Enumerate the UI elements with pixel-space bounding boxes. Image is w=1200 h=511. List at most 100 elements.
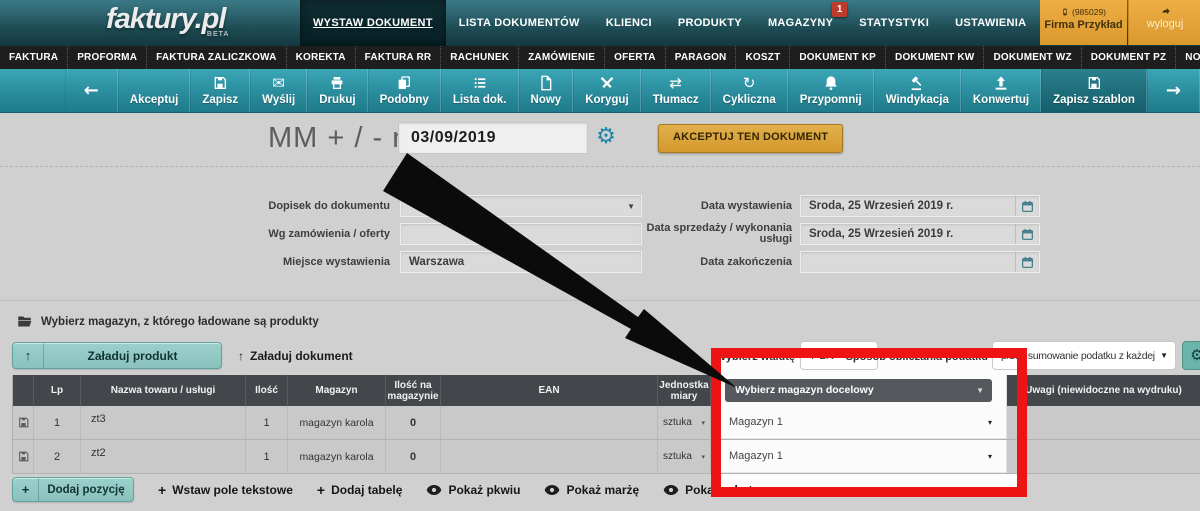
doc-tab-dokument-kw[interactable]: DOKUMENT KW [886, 46, 984, 69]
notification-badge: 1 [832, 2, 847, 17]
load-document-link[interactable]: ↑ Załaduj dokument [238, 349, 353, 363]
toolbar-windykacja-button[interactable]: Windykacja [874, 69, 961, 112]
doc-tab-dokument-kp[interactable]: DOKUMENT KP [790, 46, 886, 69]
data-wystawienia-input[interactable]: Środa, 25 Wrzesień 2019 r. [800, 195, 1040, 217]
cell-ean[interactable] [441, 406, 658, 439]
header-stock: Ilość na magazynie [386, 375, 441, 406]
toolbar-zapisz-button[interactable]: Zapisz [190, 69, 250, 112]
toolbar-prev-button[interactable]: ← [65, 69, 118, 112]
device-icon [1061, 8, 1069, 16]
doc-tab-faktura-zaliczkowa[interactable]: FAKTURA ZALICZKOWA [147, 46, 286, 69]
nav-item-produkty[interactable]: PRODUKTY [665, 0, 755, 46]
header-lp: Lp [34, 375, 81, 406]
zamowienie-input[interactable] [400, 223, 642, 245]
logo-beta-label: BETA [207, 31, 230, 38]
doc-tab-faktura[interactable]: FAKTURA [0, 46, 68, 69]
nav-item-klienci[interactable]: KLIENCI [593, 0, 665, 46]
doc-tab-dokument-pz[interactable]: DOKUMENT PZ [1082, 46, 1177, 69]
doc-tab-rachunek[interactable]: RACHUNEK [441, 46, 519, 69]
chevron-down-icon: ▼ [976, 385, 992, 396]
warehouse-section-heading: Wybierz magazyn, z którego ładowane są p… [16, 314, 319, 329]
nav-item-wystaw-dokument[interactable]: WYSTAW DOKUMENT [300, 0, 446, 46]
dopisek-select[interactable]: ▼ [400, 195, 642, 217]
app-logo[interactable]: faktury.pl BETA [106, 3, 225, 36]
document-type-tabs: FAKTURA PROFORMA FAKTURA ZALICZKOWA KORE… [0, 46, 1200, 69]
doc-tab-korekta[interactable]: KOREKTA [287, 46, 356, 69]
toolbar-przypomnij-button[interactable]: Przypomnij [788, 69, 874, 112]
toolbar-podobny-button[interactable]: Podobny [368, 69, 441, 112]
tools-icon [599, 74, 615, 92]
table-settings-gear-button[interactable]: ⚙ [1182, 341, 1200, 370]
nav-item-lista-dokumentow[interactable]: LISTA DOKUMENTÓW [446, 0, 593, 46]
header-qty: Ilość [246, 375, 288, 406]
cell-qty[interactable]: 1 [246, 406, 288, 439]
cell-notes[interactable] [1007, 406, 1200, 439]
cell-unit-select[interactable]: sztuka ▾ [658, 440, 711, 473]
document-settings-gear-icon[interactable]: ⚙ [592, 123, 620, 151]
doc-tab-proforma[interactable]: PROFORMA [68, 46, 147, 69]
toolbar-tlumacz-button[interactable]: ⇄Tłumacz [641, 69, 711, 112]
doc-tab-oferta[interactable]: OFERTA [605, 46, 666, 69]
add-table-button[interactable]: + Dodaj tabelę [317, 482, 403, 498]
miejsce-input[interactable]: Warszawa [400, 251, 642, 273]
doc-tab-zamowienie[interactable]: ZAMÓWIENIE [519, 46, 605, 69]
doc-tab-nota-korygujaca[interactable]: NOTA KORYGUJĄCA [1176, 46, 1200, 69]
toolbar-cykliczna-button[interactable]: ↻Cykliczna [711, 69, 788, 112]
nav-item-magazyny[interactable]: MAGAZYNY 1 [755, 0, 846, 46]
arrow-left-icon: ← [84, 80, 99, 101]
data-zakonczenia-input[interactable] [800, 251, 1040, 273]
accept-document-button[interactable]: AKCEPTUJ TEN DOKUMENT [658, 124, 843, 153]
row-target-warehouse-select[interactable]: Magazyn 1 ▾ [711, 440, 1006, 473]
toolbar-konwertuj-button[interactable]: Konwertuj [961, 69, 1041, 112]
doc-tab-koszt[interactable]: KOSZT [736, 46, 790, 69]
toolbar-akceptuj-button[interactable]: Akceptuj [118, 69, 191, 112]
cell-lp: 1 [34, 406, 81, 439]
logout-button[interactable]: wyloguj [1128, 0, 1200, 45]
toolbar-lista-dok-button[interactable]: Lista dok. [441, 69, 519, 112]
chevron-down-icon: ▾ [701, 419, 705, 427]
doc-tab-dokument-wz[interactable]: DOKUMENT WZ [984, 46, 1081, 69]
add-item-button[interactable]: + Dodaj pozycję [12, 477, 134, 502]
cell-name[interactable]: zt2 [81, 440, 246, 473]
insert-text-field-button[interactable]: + Wstaw pole tekstowe [158, 482, 293, 498]
cell-name[interactable]: zt3 [81, 406, 246, 439]
document-number-input[interactable]: 03/09/2019 [398, 122, 588, 154]
tax-method-select[interactable]: przez sumowanie podatku z każdej pozycji… [992, 341, 1176, 370]
upload-icon [993, 74, 1009, 92]
toolbar-zapisz-szablon-button[interactable]: Zapisz szablon [1041, 69, 1147, 112]
toolbar-koryguj-button[interactable]: Koryguj [573, 69, 640, 112]
cell-unit-select[interactable]: sztuka ▾ [658, 406, 711, 439]
toolbar-next-button[interactable]: → [1147, 69, 1200, 112]
row-save-cell[interactable] [13, 440, 34, 473]
cell-notes[interactable] [1007, 440, 1200, 473]
show-discount-button[interactable]: Pokaż rabat [663, 483, 752, 497]
nav-item-statystyki[interactable]: STATYSTYKI [846, 0, 942, 46]
toolbar-nowy-button[interactable]: Nowy [519, 69, 574, 112]
cell-ean[interactable] [441, 440, 658, 473]
show-pkwiu-button[interactable]: Pokaż pkwiu [426, 483, 520, 497]
doc-tab-faktura-rr[interactable]: FAKTURA RR [356, 46, 442, 69]
toolbar-wyslij-button[interactable]: ✉Wyślij [250, 69, 307, 112]
eye-icon [544, 485, 560, 495]
calendar-icon[interactable] [1015, 252, 1039, 272]
nav-item-ustawienia[interactable]: USTAWIENIA [942, 0, 1039, 46]
chevron-down-icon: ▼ [1158, 351, 1175, 360]
calendar-icon[interactable] [1015, 196, 1039, 216]
show-margin-button[interactable]: Pokaż marżę [544, 483, 639, 497]
row-target-warehouse-select[interactable]: Magazyn 1 ▾ [711, 406, 1006, 439]
data-sprzedazy-input[interactable]: Środa, 25 Wrzesień 2019 r. [800, 223, 1040, 245]
data-sprzedazy-label: Data sprzedaży / wykonania usługi [620, 223, 792, 245]
doc-tab-paragon[interactable]: PARAGON [666, 46, 737, 69]
calendar-icon[interactable] [1015, 224, 1039, 244]
row-save-cell[interactable] [13, 406, 34, 439]
table-header-row: Lp Nazwa towaru / usługi Ilość Magazyn I… [13, 375, 1200, 406]
load-product-button[interactable]: ↑ Załaduj produkt [12, 342, 222, 369]
mail-icon: ✉ [272, 74, 285, 92]
target-warehouse-select[interactable]: Wybierz magazyn docelowy ▼ [725, 379, 992, 402]
cell-qty[interactable]: 1 [246, 440, 288, 473]
toolbar-drukuj-button[interactable]: Drukuj [307, 69, 367, 112]
eye-icon [426, 485, 442, 495]
account-box[interactable]: (985029) Firma Przykład [1040, 0, 1127, 45]
plus-icon: + [13, 478, 39, 501]
save-icon [212, 74, 228, 92]
